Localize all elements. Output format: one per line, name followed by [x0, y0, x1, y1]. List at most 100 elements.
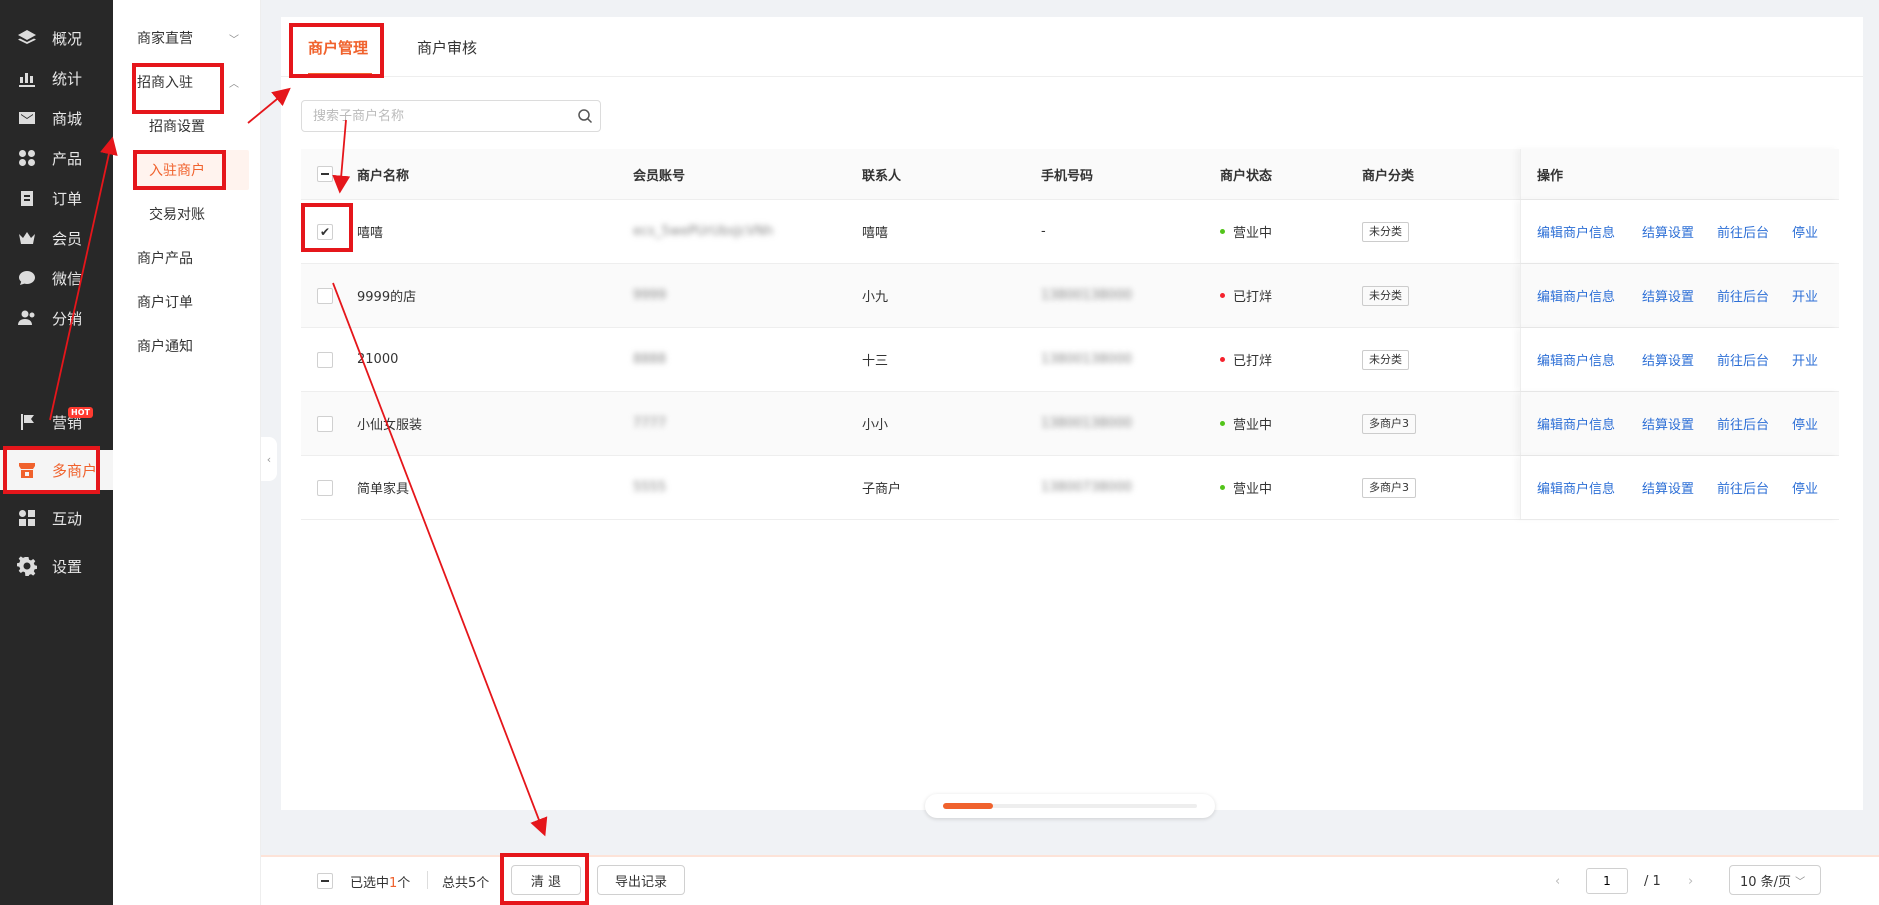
toggle-business-link[interactable]: 停业	[1792, 414, 1818, 433]
toggle-business-link[interactable]: 开业	[1792, 286, 1818, 305]
cell-category: 多商户3	[1362, 456, 1416, 519]
cell-status: 已打烊	[1220, 264, 1272, 327]
table-row: 21000 8888 十三 13800138000 已打烊 未分类 编辑商户信息 结算设置 前往…	[301, 328, 1839, 392]
cell-status: 营业中	[1220, 200, 1272, 263]
sidebar-item-multi-merchant[interactable]: 多商户	[0, 450, 113, 490]
category-tag: 未分类	[1362, 221, 1409, 242]
cell-member-account: 5555	[633, 480, 667, 495]
cell-actions: 编辑商户信息 结算设置 前往后台 停业	[1520, 456, 1839, 519]
table-row: 9999的店 9999 小九 13800138000 已打烊 未分类 编辑商户信息 结算设置 前…	[301, 264, 1839, 328]
sidebar-item-distribution[interactable]: 分销	[0, 298, 113, 338]
sidebar-item-wechat[interactable]: 微信	[0, 258, 113, 298]
chevron-down-icon: ﹀	[229, 35, 239, 46]
sidebar-item-member[interactable]: 会员	[0, 218, 113, 258]
table-row: 小仙女服装 7777 小小 13800138000 营业中 多商户3 编辑商户信息 结算设置 前…	[301, 392, 1839, 456]
row-checkbox[interactable]	[317, 416, 333, 432]
bulk-select-checkbox[interactable]	[317, 873, 333, 889]
subnav-direct-sales[interactable]: 商家直营 ﹀	[113, 18, 261, 58]
cell-member-account: ecs_5wePUrUbsJcVNh	[633, 224, 774, 239]
sidebar-item-order[interactable]: 订单	[0, 178, 113, 218]
page-size-select[interactable]: 10 条/页 ﹀	[1729, 865, 1821, 895]
sidebar-item-mall[interactable]: 商城	[0, 98, 113, 138]
edit-merchant-link[interactable]: 编辑商户信息	[1537, 414, 1615, 433]
cell-actions: 编辑商户信息 结算设置 前往后台 开业	[1520, 264, 1839, 327]
row-checkbox[interactable]	[317, 288, 333, 304]
cell-status: 营业中	[1220, 456, 1272, 519]
toggle-business-link[interactable]: 停业	[1792, 222, 1818, 241]
category-tag: 多商户3	[1362, 477, 1416, 498]
settlement-settings-link[interactable]: 结算设置	[1642, 222, 1694, 241]
subnav-settled-merchants[interactable]: 入驻商户	[137, 150, 249, 190]
edit-merchant-link[interactable]: 编辑商户信息	[1537, 478, 1615, 497]
cell-contact: 嘻嘻	[862, 226, 889, 241]
subnav-merchant-onboarding[interactable]: 招商入驻 ︿	[113, 62, 261, 102]
category-tag: 未分类	[1362, 285, 1409, 306]
subnav-merchant-products[interactable]: 商户产品	[113, 238, 261, 278]
sidebar-item-interaction[interactable]: 互动	[0, 498, 113, 538]
row-checkbox[interactable]: ✔	[317, 224, 333, 240]
cell-phone: -	[1041, 224, 1046, 239]
cell-actions: 编辑商户信息 结算设置 前往后台 停业	[1520, 200, 1839, 263]
users-icon	[16, 307, 38, 329]
cell-status: 营业中	[1220, 392, 1272, 455]
export-records-button[interactable]: 导出记录	[597, 865, 685, 895]
tab-bar: 商户管理 商户审核	[281, 17, 1863, 77]
cell-category: 未分类	[1362, 264, 1409, 327]
sidebar-item-product[interactable]: 产品	[0, 138, 113, 178]
goto-backend-link[interactable]: 前往后台	[1717, 222, 1769, 241]
sidebar-item-settings[interactable]: 设置	[0, 546, 113, 586]
cell-phone: 13800138000	[1041, 352, 1132, 367]
cell-category: 未分类	[1362, 200, 1409, 263]
cell-contact: 子商户	[862, 482, 902, 497]
table-row: 简单家具 5555 子商户 13800738000 营业中 多商户3 编辑商户信息 结算设置 前…	[301, 456, 1839, 520]
edit-merchant-link[interactable]: 编辑商户信息	[1537, 350, 1615, 369]
subnav-onboarding-settings[interactable]: 招商设置	[113, 106, 261, 146]
cell-actions: 编辑商户信息 结算设置 前往后台 停业	[1520, 392, 1839, 455]
settlement-settings-link[interactable]: 结算设置	[1642, 414, 1694, 433]
tab-merchant-management[interactable]: 商户管理	[308, 17, 372, 77]
cell-category: 未分类	[1362, 328, 1409, 391]
crown-icon	[16, 227, 38, 249]
edit-merchant-link[interactable]: 编辑商户信息	[1537, 222, 1615, 241]
cell-phone: 13800738000	[1041, 480, 1132, 495]
settlement-settings-link[interactable]: 结算设置	[1642, 478, 1694, 497]
cell-member-account: 9999	[633, 288, 667, 303]
page-number-input[interactable]	[1586, 868, 1628, 894]
edit-merchant-link[interactable]: 编辑商户信息	[1537, 286, 1615, 305]
goto-backend-link[interactable]: 前往后台	[1717, 286, 1769, 305]
horizontal-scrollbar[interactable]	[925, 794, 1215, 818]
sidebar-item-stats[interactable]: 统计	[0, 58, 113, 98]
tab-merchant-review[interactable]: 商户审核	[417, 17, 477, 77]
cell-member-account: 8888	[633, 352, 667, 367]
collapse-sidebar-handle[interactable]: ‹	[261, 437, 277, 481]
category-tag: 未分类	[1362, 349, 1409, 370]
sidebar-item-overview[interactable]: 概况	[0, 18, 113, 58]
header-phone: 手机号码	[1041, 168, 1094, 184]
sidebar-item-marketing[interactable]: 营销 HOT	[0, 402, 113, 442]
select-all-checkbox[interactable]	[317, 166, 333, 182]
subnav-reconciliation[interactable]: 交易对账	[113, 194, 261, 234]
cell-phone: 13800138000	[1041, 416, 1132, 431]
settlement-settings-link[interactable]: 结算设置	[1642, 350, 1694, 369]
prev-page-icon[interactable]: ‹	[1555, 874, 1560, 889]
status-dot	[1220, 421, 1225, 426]
header-status: 商户状态	[1220, 168, 1273, 184]
subnav-merchant-orders[interactable]: 商户订单	[113, 282, 261, 322]
clear-retreat-button[interactable]: 清 退	[511, 865, 581, 895]
row-checkbox[interactable]	[317, 480, 333, 496]
cell-merchant-name: 简单家具	[357, 482, 410, 497]
goto-backend-link[interactable]: 前往后台	[1717, 478, 1769, 497]
chevron-left-icon: ‹	[266, 452, 272, 466]
goto-backend-link[interactable]: 前往后台	[1717, 350, 1769, 369]
toggle-business-link[interactable]: 停业	[1792, 478, 1818, 497]
scrollbar-thumb[interactable]	[943, 803, 993, 809]
chevron-down-icon: ﹀	[1795, 876, 1806, 888]
toggle-business-link[interactable]: 开业	[1792, 350, 1818, 369]
row-checkbox[interactable]	[317, 352, 333, 368]
subnav-merchant-notices[interactable]: 商户通知	[113, 326, 261, 366]
goto-backend-link[interactable]: 前往后台	[1717, 414, 1769, 433]
next-page-icon[interactable]: ›	[1688, 874, 1693, 889]
search-input[interactable]	[302, 101, 570, 131]
search-icon[interactable]	[570, 108, 600, 124]
settlement-settings-link[interactable]: 结算设置	[1642, 286, 1694, 305]
